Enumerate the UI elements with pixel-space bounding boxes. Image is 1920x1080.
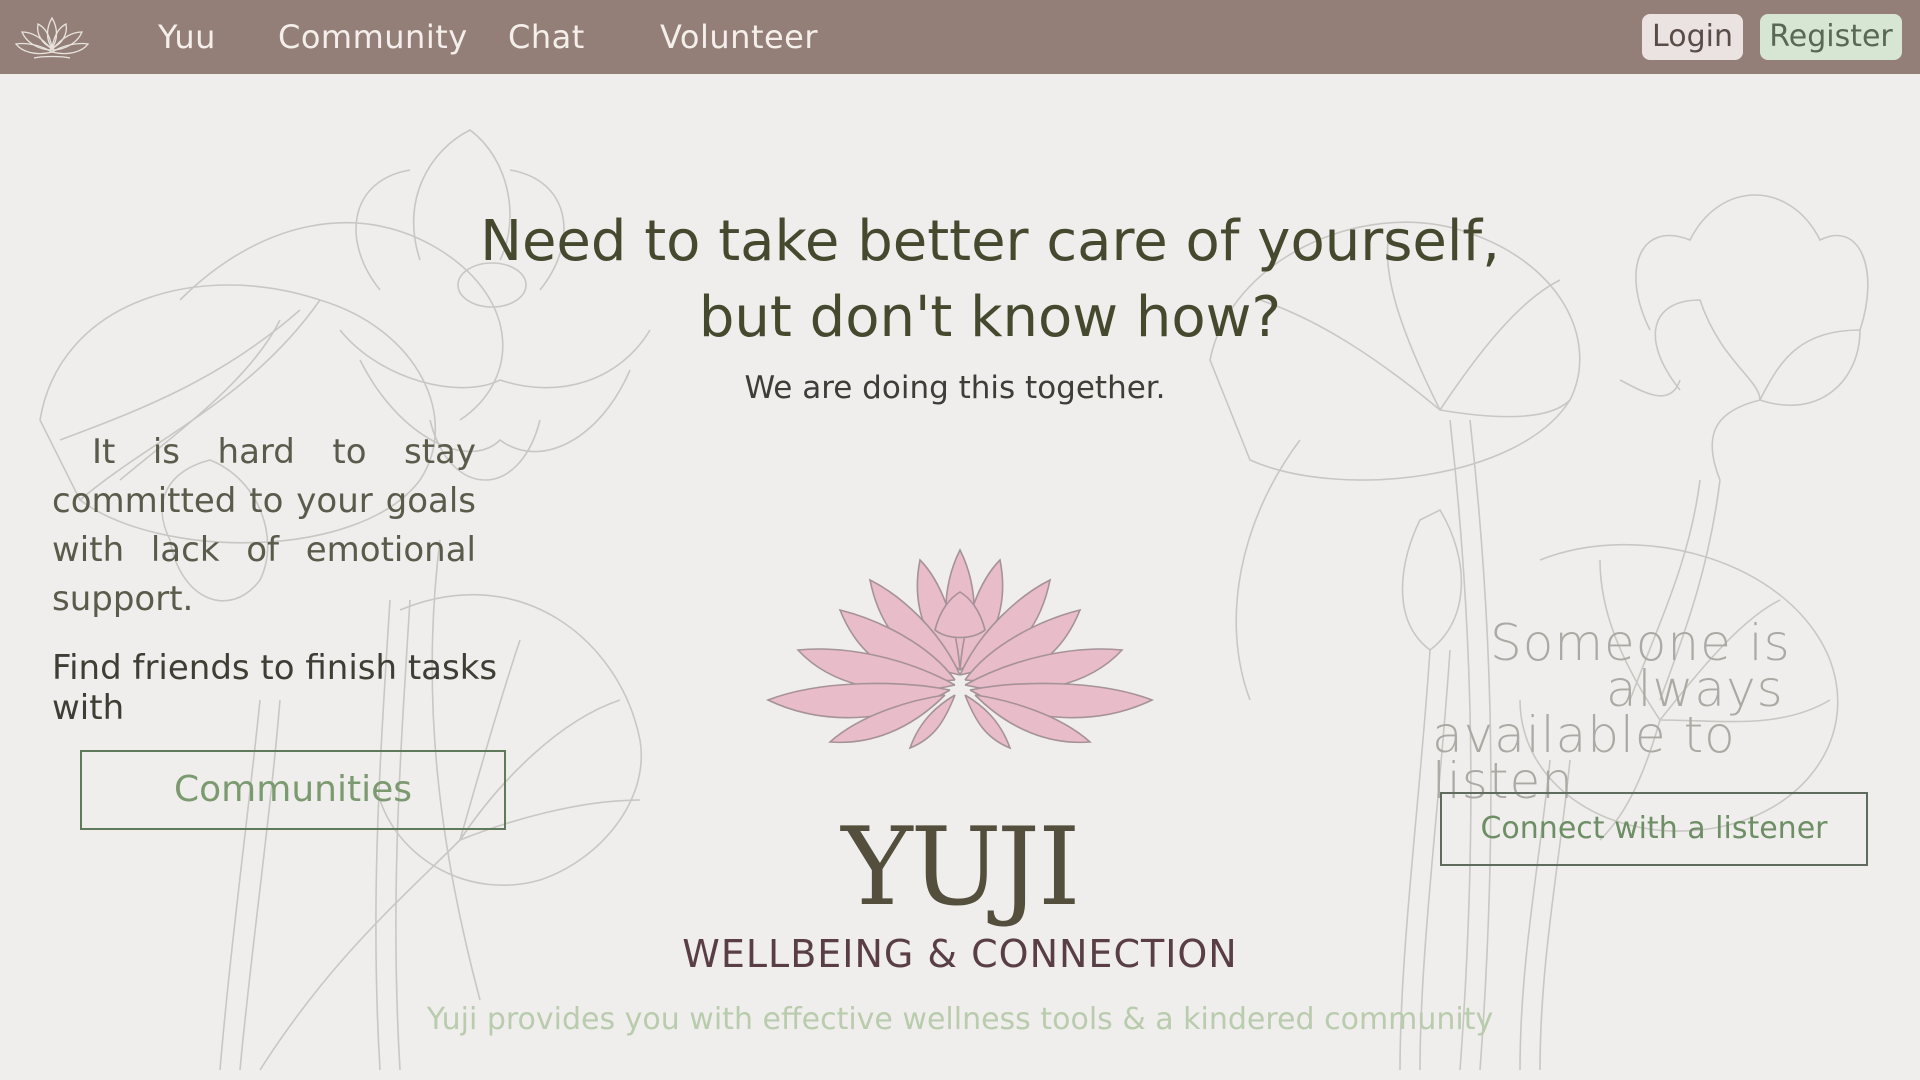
nav-link-chat[interactable]: Chat: [508, 18, 585, 56]
listener-availability-text: Someone is always available to listen: [1420, 618, 1880, 810]
hero-subtitle: We are doing this together.: [744, 370, 1166, 406]
top-navbar: Yuu Community Chat Volunteer Login Regis…: [0, 0, 1920, 74]
brand-name: YUJI: [841, 805, 1080, 930]
login-button[interactable]: Login: [1642, 14, 1743, 60]
nav-link-community[interactable]: Community: [278, 18, 468, 56]
brand-description: Yuji provides you with effective wellnes…: [426, 1002, 1494, 1037]
hero-title: Need to take better care of yourself, bu…: [460, 204, 1520, 356]
pink-lotus-icon: [765, 548, 1155, 750]
commitment-paragraph: It is hard to stay committed to your goa…: [52, 432, 476, 619]
listen-text-line-3: available to listen: [1432, 706, 1736, 810]
lotus-outline-icon[interactable]: [12, 6, 92, 68]
register-button[interactable]: Register: [1760, 14, 1902, 60]
brand-tagline: WELLBEING & CONNECTION: [682, 932, 1238, 976]
find-friends-text: Find friends to finish tasks with: [52, 648, 498, 728]
hero-title-line-1: Need to take better care of yourself,: [480, 209, 1500, 274]
connect-listener-button[interactable]: Connect with a listener: [1440, 792, 1868, 866]
hero-title-line-2: but don't know how?: [698, 285, 1282, 350]
nav-link-yuu[interactable]: Yuu: [158, 18, 216, 56]
nav-link-volunteer[interactable]: Volunteer: [660, 18, 818, 56]
communities-button[interactable]: Communities: [80, 750, 506, 830]
